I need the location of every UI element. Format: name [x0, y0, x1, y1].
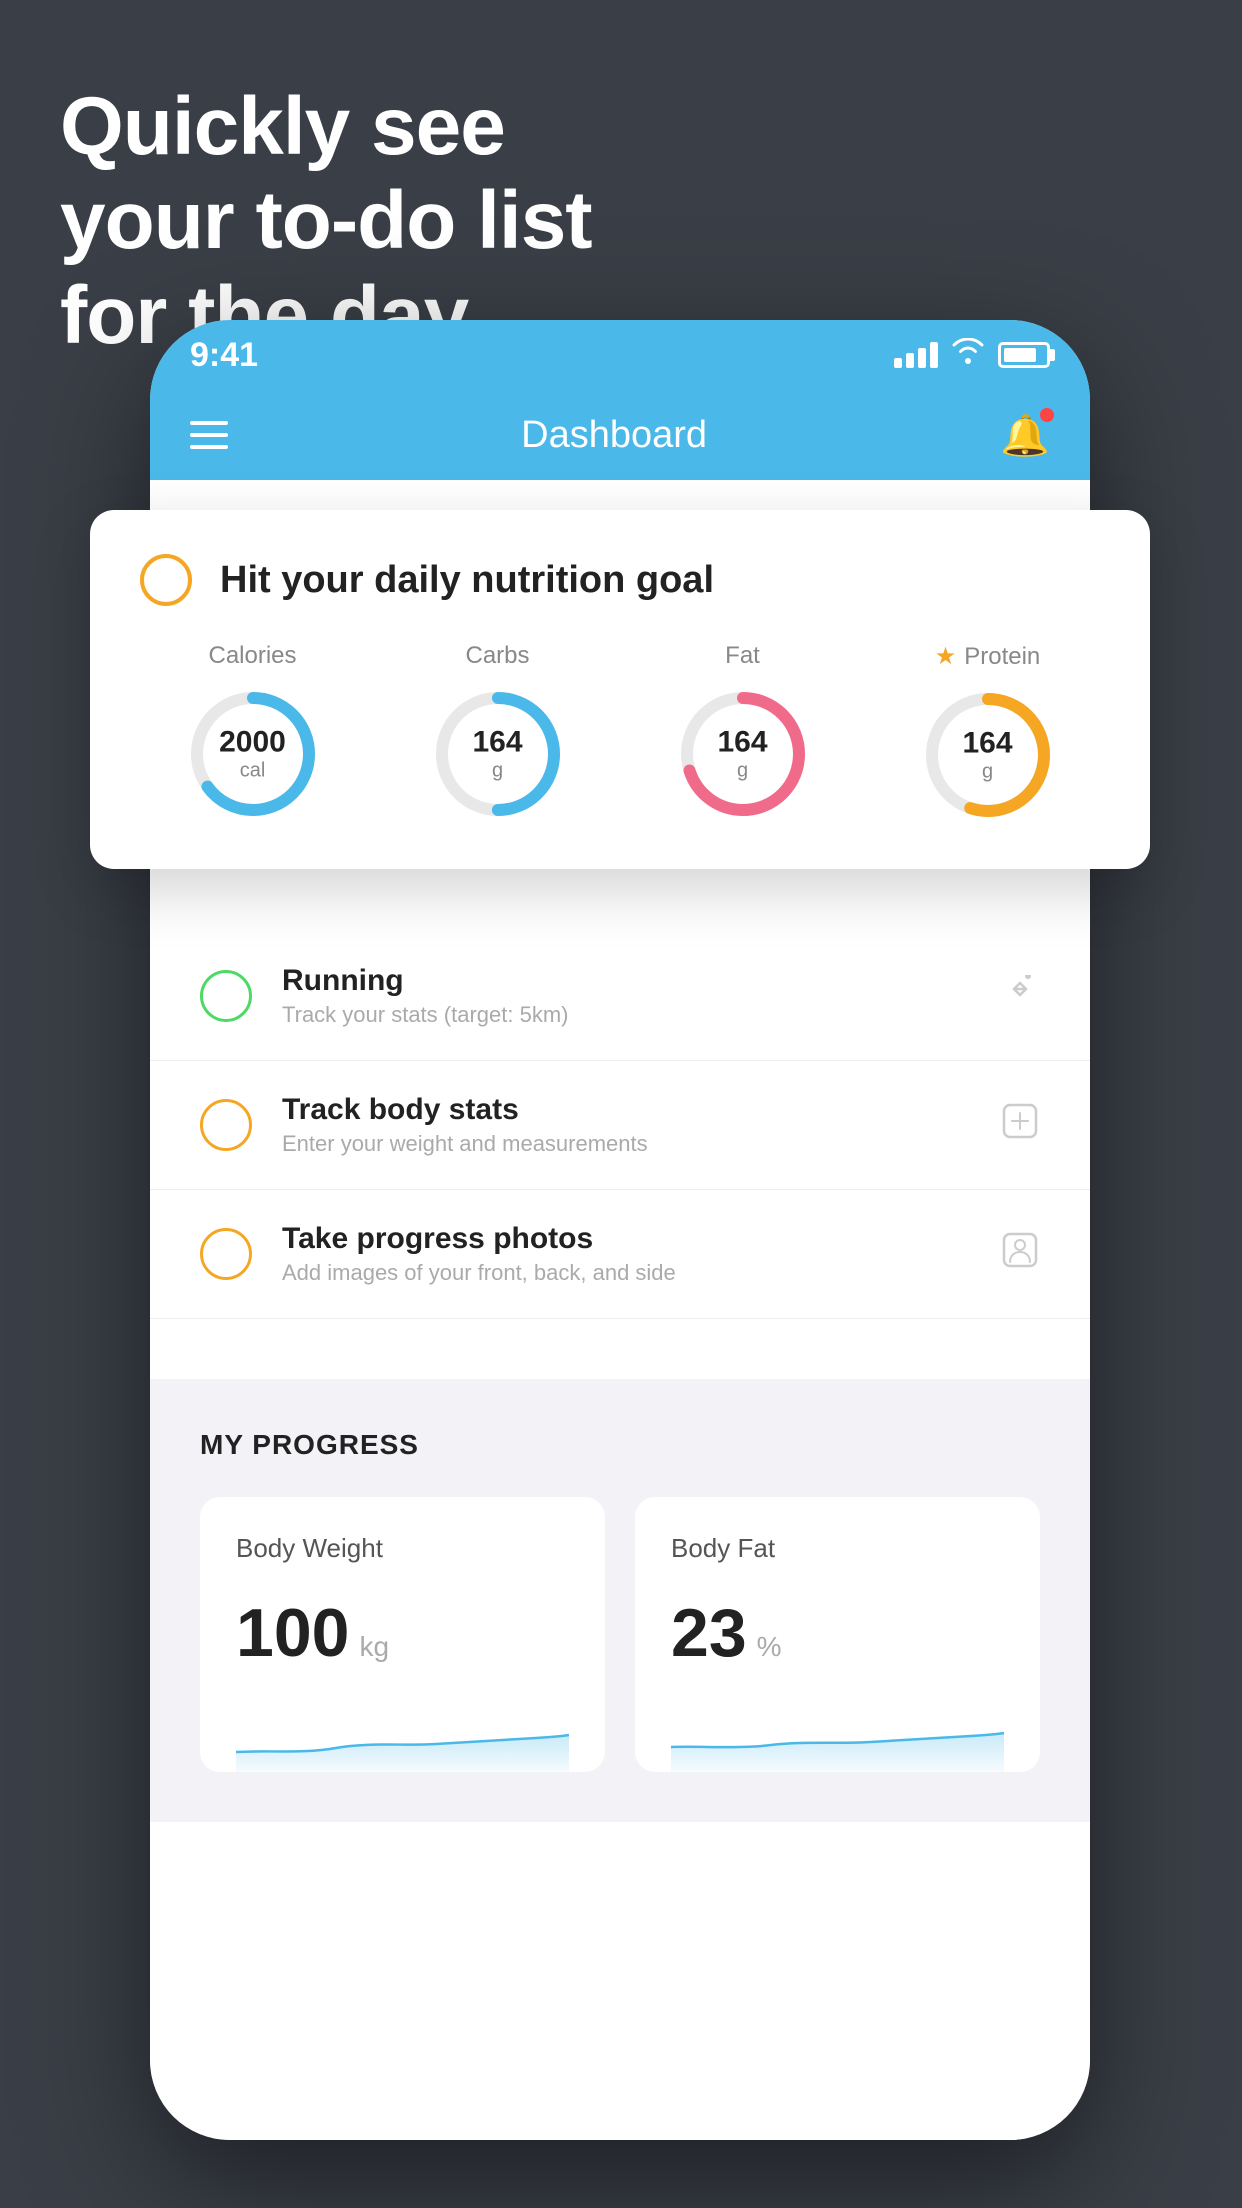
progress-cards: Body Weight 100 kg: [200, 1497, 1040, 1772]
body-fat-chart: [671, 1702, 1004, 1772]
nutrition-circles: Calories 2000 cal Carbs: [140, 642, 1100, 825]
body-fat-card: Body Fat 23 %: [635, 1497, 1040, 1772]
calories-label: Calories: [208, 642, 296, 670]
body-weight-label: Body Weight: [236, 1533, 569, 1564]
protein-ring: 164 g: [918, 685, 1058, 825]
todo-checkbox-running[interactable]: [200, 970, 252, 1022]
body-fat-unit: %: [757, 1631, 782, 1663]
headline-line2: your to-do list: [60, 174, 592, 268]
fat-item: Fat 164 g: [673, 642, 813, 824]
carbs-ring: 164 g: [428, 684, 568, 824]
body-weight-chart: [236, 1702, 569, 1772]
todo-item-photos-title: Take progress photos: [282, 1222, 970, 1256]
wifi-icon: [950, 338, 986, 372]
protein-item: ★ Protein 164 g: [918, 642, 1058, 825]
calories-item: Calories 2000 cal: [183, 642, 323, 824]
todo-item-body-stats-info: Track body stats Enter your weight and m…: [282, 1093, 970, 1157]
fat-label: Fat: [725, 642, 760, 670]
protein-label: ★ Protein: [935, 642, 1041, 671]
calories-ring: 2000 cal: [183, 684, 323, 824]
nav-bar: Dashboard 🔔: [150, 390, 1090, 480]
todo-item-body-stats-title: Track body stats: [282, 1093, 970, 1127]
status-icons: [894, 338, 1050, 372]
nav-title: Dashboard: [521, 414, 707, 457]
notification-dot: [1040, 408, 1054, 422]
nutrition-checkbox[interactable]: [140, 554, 192, 606]
body-fat-value-row: 23 %: [671, 1594, 1004, 1672]
body-fat-value: 23: [671, 1594, 747, 1672]
star-icon: ★: [935, 642, 957, 671]
body-fat-label: Body Fat: [671, 1533, 1004, 1564]
todo-item-running-subtitle: Track your stats (target: 5km): [282, 1002, 970, 1028]
nutrition-card-title: Hit your daily nutrition goal: [220, 559, 714, 602]
my-progress-section: MY PROGRESS Body Weight 100 kg: [150, 1379, 1090, 1822]
headline-line1: Quickly see: [60, 80, 592, 174]
protein-value: 164 g: [962, 727, 1012, 784]
list-item[interactable]: Running Track your stats (target: 5km): [150, 932, 1090, 1061]
battery-icon: [998, 342, 1050, 368]
running-icon: [1000, 975, 1040, 1018]
fat-ring: 164 g: [673, 684, 813, 824]
signal-icon: [894, 342, 938, 368]
fat-value: 164 g: [717, 726, 767, 783]
todo-item-running-info: Running Track your stats (target: 5km): [282, 964, 970, 1028]
notification-bell-icon[interactable]: 🔔: [1000, 412, 1050, 459]
list-item[interactable]: Track body stats Enter your weight and m…: [150, 1061, 1090, 1190]
status-time: 9:41: [190, 336, 258, 375]
carbs-label: Carbs: [465, 642, 529, 670]
todo-checkbox-photos[interactable]: [200, 1228, 252, 1280]
todo-item-body-stats-subtitle: Enter your weight and measurements: [282, 1131, 970, 1157]
nutrition-card: Hit your daily nutrition goal Calories 2…: [90, 510, 1150, 869]
nutrition-card-header: Hit your daily nutrition goal: [140, 554, 1100, 606]
status-bar: 9:41: [150, 320, 1090, 390]
carbs-item: Carbs 164 g: [428, 642, 568, 824]
todo-item-photos-info: Take progress photos Add images of your …: [282, 1222, 970, 1286]
calories-value: 2000 cal: [219, 726, 286, 783]
todo-checkbox-body-stats[interactable]: [200, 1099, 252, 1151]
todo-item-running-title: Running: [282, 964, 970, 998]
progress-section-title: MY PROGRESS: [200, 1429, 1040, 1461]
todo-list: Running Track your stats (target: 5km) T…: [150, 932, 1090, 1319]
scale-icon: [1000, 1101, 1040, 1150]
todo-item-photos-subtitle: Add images of your front, back, and side: [282, 1260, 970, 1286]
carbs-value: 164 g: [472, 726, 522, 783]
list-item[interactable]: Take progress photos Add images of your …: [150, 1190, 1090, 1319]
person-icon: [1000, 1230, 1040, 1279]
body-weight-value-row: 100 kg: [236, 1594, 569, 1672]
body-weight-card: Body Weight 100 kg: [200, 1497, 605, 1772]
hamburger-menu[interactable]: [190, 421, 228, 449]
body-weight-value: 100: [236, 1594, 349, 1672]
body-weight-unit: kg: [359, 1631, 389, 1663]
